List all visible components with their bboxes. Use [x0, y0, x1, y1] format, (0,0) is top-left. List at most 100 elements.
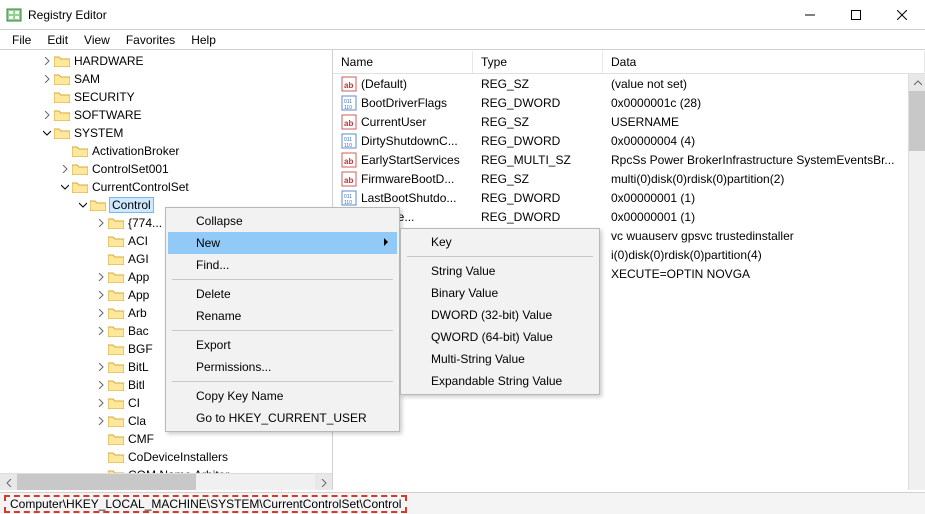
folder-icon: [108, 270, 124, 284]
scroll-right-icon[interactable]: [315, 474, 332, 490]
chevron-right-icon[interactable]: [40, 108, 54, 122]
menu-edit[interactable]: Edit: [39, 31, 76, 49]
chevron-right-icon[interactable]: [94, 288, 108, 302]
minimize-button[interactable]: [787, 0, 833, 30]
chevron-down-icon[interactable]: [58, 180, 72, 194]
value-data: 0x00000001 (1): [603, 191, 925, 205]
list-header: Name Type Data: [333, 50, 925, 74]
tree-label: ControlSet001: [92, 162, 169, 176]
list-item[interactable]: abEarlyStartServicesREG_MULTI_SZRpcSs Po…: [333, 150, 925, 169]
chevron-right-icon[interactable]: [94, 270, 108, 284]
scroll-up-icon[interactable]: [909, 74, 925, 91]
ctx-new-qword[interactable]: QWORD (64-bit) Value: [403, 326, 597, 348]
chevron-right-icon[interactable]: [94, 414, 108, 428]
ctx-new-expandstring[interactable]: Expandable String Value: [403, 370, 597, 392]
close-button[interactable]: [879, 0, 925, 30]
ctx-find[interactable]: Find...: [168, 254, 397, 276]
value-name: FirmwareBootD...: [361, 172, 454, 186]
scroll-track[interactable]: [17, 474, 315, 490]
tree-label: SAM: [74, 72, 100, 86]
regedit-icon: [6, 7, 22, 23]
string-value-icon: ab: [341, 152, 357, 168]
ctx-new-label: New: [196, 236, 220, 250]
menu-file[interactable]: File: [4, 31, 39, 49]
chevron-right-icon[interactable]: [94, 216, 108, 230]
chevron-right-icon[interactable]: [58, 162, 72, 176]
ctx-goto[interactable]: Go to HKEY_CURRENT_USER: [168, 407, 397, 429]
menu-help[interactable]: Help: [183, 31, 224, 49]
tree-node[interactable]: ControlSet001: [0, 160, 332, 178]
column-type[interactable]: Type: [473, 51, 603, 73]
ctx-rename[interactable]: Rename: [168, 305, 397, 327]
string-value-icon: ab: [341, 171, 357, 187]
tree-node[interactable]: SYSTEM: [0, 124, 332, 142]
ctx-new-key[interactable]: Key: [403, 231, 597, 253]
folder-icon: [72, 144, 88, 158]
ctx-delete[interactable]: Delete: [168, 283, 397, 305]
value-name: BootDriverFlags: [361, 96, 447, 110]
chevron-down-icon[interactable]: [76, 198, 90, 212]
scroll-thumb[interactable]: [17, 474, 196, 490]
vertical-scrollbar[interactable]: [908, 74, 925, 490]
binary-value-icon: 011110: [341, 190, 357, 206]
menu-favorites[interactable]: Favorites: [118, 31, 183, 49]
maximize-button[interactable]: [833, 0, 879, 30]
tree-node[interactable]: SAM: [0, 70, 332, 88]
tree-node[interactable]: CMF: [0, 430, 332, 448]
folder-icon: [108, 378, 124, 392]
list-item[interactable]: 011110LastBootShutdo...REG_DWORD0x000000…: [333, 188, 925, 207]
tree-node[interactable]: SOFTWARE: [0, 106, 332, 124]
chevron-right-icon[interactable]: [40, 72, 54, 86]
ctx-new-binary[interactable]: Binary Value: [403, 282, 597, 304]
menu-view[interactable]: View: [76, 31, 118, 49]
ctx-copy-key-name[interactable]: Copy Key Name: [168, 385, 397, 407]
folder-icon: [108, 324, 124, 338]
chevron-down-icon[interactable]: [40, 126, 54, 140]
ctx-permissions[interactable]: Permissions...: [168, 356, 397, 378]
window-title: Registry Editor: [28, 8, 107, 22]
ctx-new[interactable]: New: [168, 232, 397, 254]
column-name[interactable]: Name: [333, 51, 473, 73]
scroll-thumb[interactable]: [909, 91, 925, 151]
ctx-collapse[interactable]: Collapse: [168, 210, 397, 232]
chevron-right-icon[interactable]: [94, 324, 108, 338]
list-item[interactable]: 011110 BootDriverFlags REG_DWORD0x0000001c…: [333, 93, 925, 112]
ctx-new-string[interactable]: String Value: [403, 260, 597, 282]
folder-icon: [90, 198, 106, 212]
chevron-right-icon[interactable]: [94, 378, 108, 392]
titlebar: Registry Editor: [0, 0, 925, 30]
folder-icon: [108, 234, 124, 248]
folder-icon: [108, 396, 124, 410]
scroll-left-icon[interactable]: [0, 474, 17, 490]
ctx-new-multistring[interactable]: Multi-String Value: [403, 348, 597, 370]
chevron-right-icon[interactable]: [40, 54, 54, 68]
folder-icon: [54, 126, 70, 140]
list-item[interactable]: 011110DirtyShutdownC...REG_DWORD0x000000…: [333, 131, 925, 150]
value-data: 0x0000001c (28): [603, 96, 925, 110]
list-item[interactable]: abCurrentUserREG_SZUSERNAME: [333, 112, 925, 131]
folder-icon: [72, 180, 88, 194]
chevron-right-icon[interactable]: [94, 396, 108, 410]
binary-value-icon: 011110: [341, 133, 357, 149]
folder-icon: [108, 252, 124, 266]
list-item[interactable]: abFirmwareBootD...REG_SZmulti(0)disk(0)r…: [333, 169, 925, 188]
value-data: 0x00000001 (1): [603, 210, 925, 224]
horizontal-scrollbar[interactable]: [0, 473, 332, 490]
ctx-export[interactable]: Export: [168, 334, 397, 356]
folder-icon: [108, 306, 124, 320]
column-data[interactable]: Data: [603, 51, 925, 73]
chevron-right-icon[interactable]: [94, 306, 108, 320]
tree-label: Control: [110, 198, 153, 212]
tree-node[interactable]: CurrentControlSet: [0, 178, 332, 196]
tree-node[interactable]: HARDWARE: [0, 52, 332, 70]
value-type: REG_DWORD: [473, 96, 603, 110]
tree-node[interactable]: ActivationBroker: [0, 142, 332, 160]
ctx-new-dword[interactable]: DWORD (32-bit) Value: [403, 304, 597, 326]
binary-value-icon: 011110: [341, 95, 357, 111]
tree-node[interactable]: CoDeviceInstallers: [0, 448, 332, 466]
chevron-right-icon[interactable]: [94, 360, 108, 374]
tree-label: {774...: [128, 216, 162, 230]
list-item[interactable]: 011110tSuccee...REG_DWORD0x00000001 (1): [333, 207, 925, 226]
tree-node[interactable]: SECURITY: [0, 88, 332, 106]
list-item[interactable]: ab(Default)REG_SZ(value not set): [333, 74, 925, 93]
